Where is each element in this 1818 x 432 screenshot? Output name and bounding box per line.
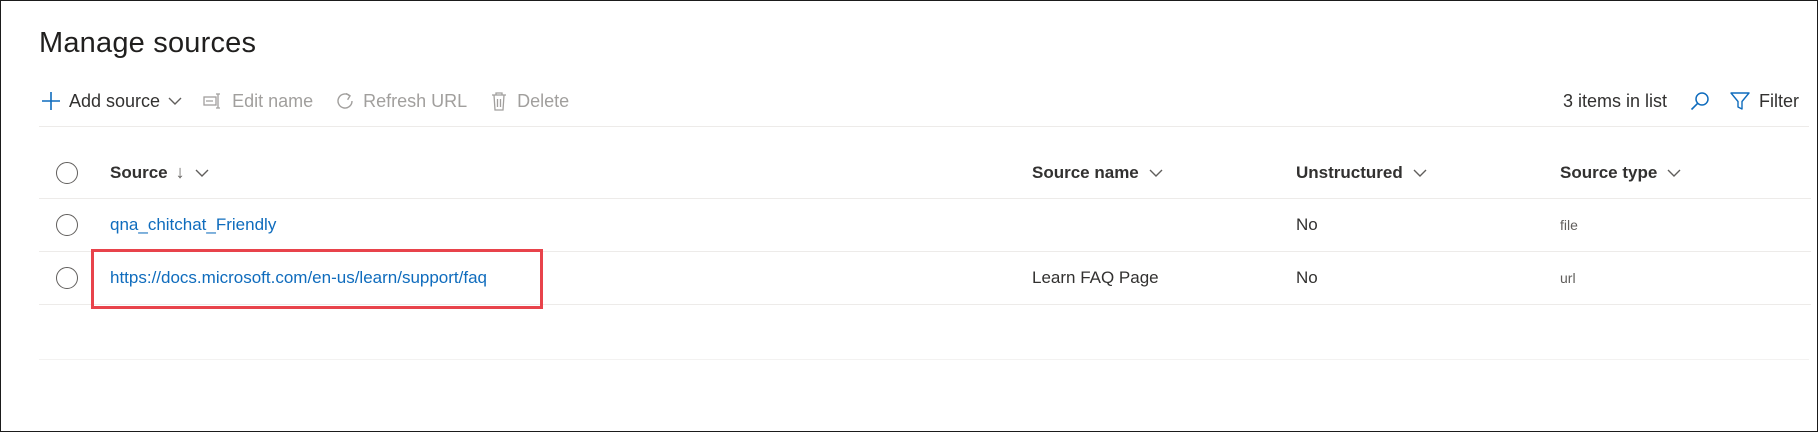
items-count: 3 items in list: [1562, 90, 1667, 111]
search-icon: [1690, 92, 1709, 111]
refresh-icon: [333, 89, 357, 113]
table-header-row: Source ↓ Source name Unstructured Source…: [39, 147, 1811, 199]
command-bar-divider: [39, 126, 1809, 127]
filter-label: Filter: [1759, 90, 1799, 111]
column-header-source[interactable]: Source ↓: [110, 147, 209, 198]
table-row[interactable]: qna_chitchat_Friendly No file: [39, 199, 1811, 252]
refresh-url-label: Refresh URL: [363, 90, 468, 111]
column-source-label: Source: [110, 162, 168, 182]
edit-name-label: Edit name: [232, 90, 314, 111]
source-type-value: file: [1560, 217, 1578, 233]
select-all-radio[interactable]: [56, 161, 78, 184]
source-type-value: url: [1560, 270, 1576, 286]
filter-button[interactable]: Filter: [1729, 90, 1799, 112]
add-source-label: Add source: [69, 90, 161, 111]
unstructured-value: No: [1296, 215, 1318, 234]
chevron-down-icon: [1413, 168, 1427, 178]
column-header-unstructured[interactable]: Unstructured: [1296, 147, 1427, 198]
search-button[interactable]: [1685, 86, 1715, 116]
add-source-button[interactable]: Add source: [39, 83, 182, 119]
filter-icon: [1729, 90, 1751, 112]
column-header-source-type[interactable]: Source type: [1560, 147, 1681, 198]
chevron-down-icon: [168, 96, 182, 106]
edit-name-button[interactable]: Edit name: [202, 83, 313, 119]
source-type-cell: url: [1560, 252, 1576, 304]
chevron-down-icon: [1667, 168, 1681, 178]
chevron-down-icon: [195, 168, 209, 178]
row-select-radio[interactable]: [56, 214, 78, 236]
chevron-down-icon: [1149, 168, 1163, 178]
source-link[interactable]: qna_chitchat_Friendly: [110, 215, 276, 235]
source-cell[interactable]: qna_chitchat_Friendly: [110, 199, 276, 251]
sort-descending-icon: ↓: [175, 162, 185, 182]
source-type-cell: file: [1560, 199, 1578, 251]
refresh-url-button[interactable]: Refresh URL: [333, 83, 467, 119]
highlight-box: [91, 249, 543, 309]
column-header-source-name[interactable]: Source name: [1032, 147, 1163, 198]
source-name-value: Learn FAQ Page: [1032, 268, 1159, 287]
column-unstructured-label: Unstructured: [1296, 162, 1403, 182]
command-bar: Add source Edit name Refresh URL Delete: [39, 83, 1809, 119]
row-select-radio[interactable]: [56, 267, 78, 289]
column-source-type-label: Source type: [1560, 162, 1658, 182]
select-all-checkbox[interactable]: [55, 147, 79, 198]
column-source-name-label: Source name: [1032, 162, 1139, 182]
command-bar-right: 3 items in list Filter: [1563, 83, 1799, 119]
page-title: Manage sources: [39, 27, 257, 59]
source-name-cell: Learn FAQ Page: [1032, 252, 1159, 304]
delete-button[interactable]: Delete: [487, 83, 569, 119]
unstructured-cell: No: [1296, 199, 1318, 251]
window-frame: Manage sources Add source Edit name Refr…: [0, 0, 1818, 432]
unstructured-value: No: [1296, 268, 1318, 287]
rename-icon: [202, 89, 226, 113]
table-bottom-line: [39, 359, 1809, 360]
trash-icon: [487, 89, 511, 113]
row-select-checkbox[interactable]: [55, 199, 79, 251]
row-select-checkbox[interactable]: [55, 252, 79, 304]
plus-icon: [39, 89, 63, 113]
delete-label: Delete: [517, 90, 570, 111]
unstructured-cell: No: [1296, 252, 1318, 304]
